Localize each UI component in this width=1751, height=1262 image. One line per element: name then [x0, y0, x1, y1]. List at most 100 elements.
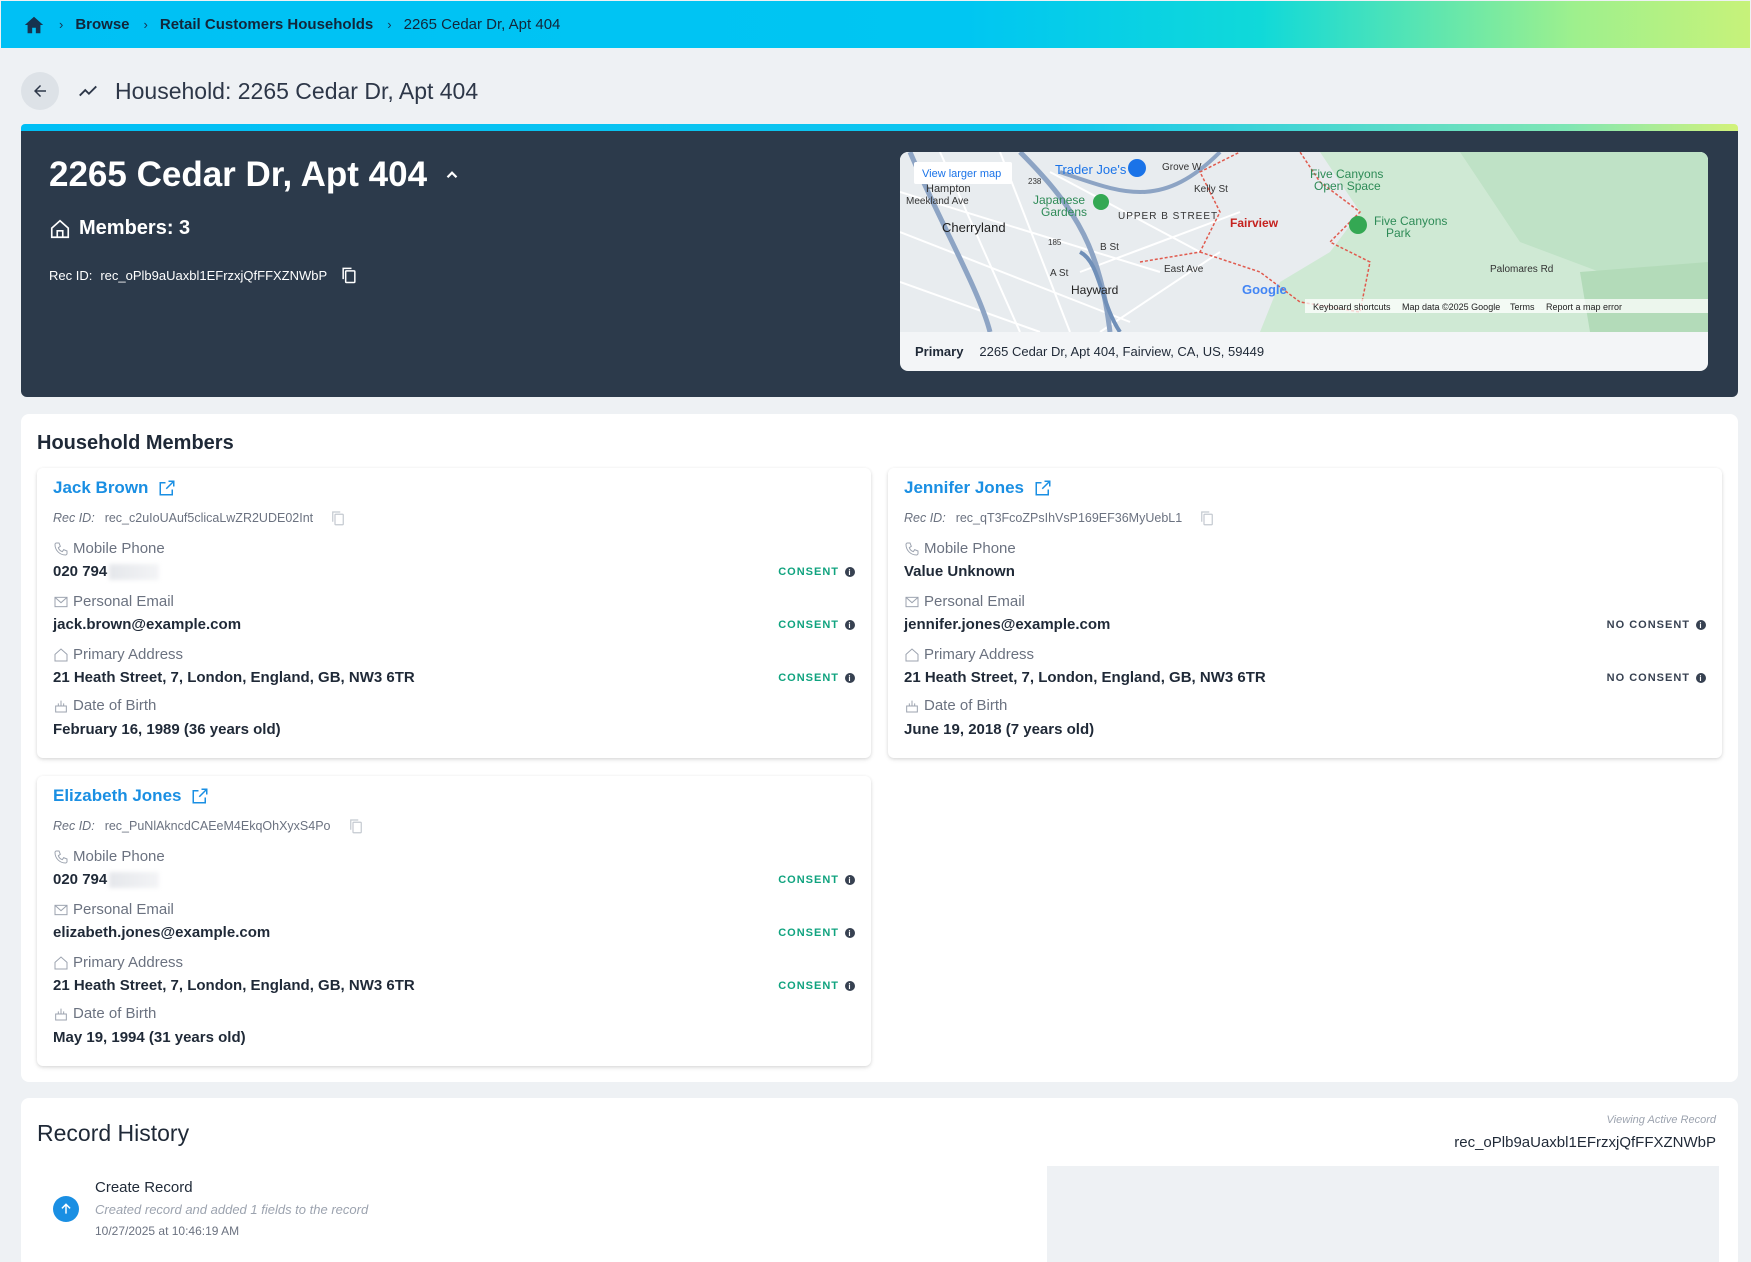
hero-rec-id: Rec ID: rec_oPlb9aUaxbl1EFrzxjQfFFXZNWbP	[49, 265, 359, 285]
view-larger-map-link[interactable]: View larger map	[922, 168, 1001, 180]
map-label: Trader Joe's	[1055, 162, 1127, 177]
house-icon	[904, 647, 920, 663]
consent-text: NO CONSENT	[1606, 619, 1690, 631]
rec-id-value: rec_PuNlAkncdCAEeM4EkqOhXyxS4Po	[104, 819, 331, 833]
members-count: Members: 3	[49, 217, 190, 240]
info-icon[interactable]: i	[845, 620, 855, 630]
consent-badge: CONSENT i	[778, 874, 855, 886]
field-label-text: Primary Address	[73, 954, 184, 971]
external-link-icon[interactable]	[158, 479, 176, 497]
phone-icon	[53, 849, 69, 865]
field-label-text: Date of Birth	[924, 697, 1008, 714]
consent-text: CONSENT	[778, 619, 839, 631]
rec-id-label: Rec ID:	[49, 267, 93, 283]
map-data-label: Map data ©2025 Google	[1402, 302, 1500, 312]
map-label: Hayward	[1071, 283, 1118, 297]
info-icon[interactable]: i	[845, 981, 855, 991]
location-map[interactable]: View larger map Trader Joe's Japanese Ga…	[900, 152, 1708, 332]
viewing-record-id: rec_oPlb9aUaxbl1EFrzxjQfFFXZNWbP	[1454, 1134, 1716, 1151]
top-bar: › Browse › Retail Customers Households ›…	[1, 1, 1750, 48]
consent-badge: CONSENT i	[778, 927, 855, 939]
member-name-link[interactable]: Jennifer Jones	[904, 478, 1052, 498]
phone-icon	[904, 541, 920, 557]
date-of-birth-label: Date of Birth	[53, 697, 156, 714]
field-label-text: Primary Address	[924, 646, 1035, 663]
map-label: Fairview	[1230, 216, 1279, 230]
map-label: Gardens	[1041, 205, 1087, 219]
map-label: Meekland Ave	[906, 196, 969, 207]
field-label-text: Personal Email	[73, 901, 174, 918]
map-label: UPPER B STREET	[1118, 211, 1218, 222]
consent-text: CONSENT	[778, 672, 839, 684]
mobile-phone-label: Mobile Phone	[53, 848, 165, 865]
external-link-icon[interactable]	[191, 787, 209, 805]
back-arrow-icon	[34, 85, 46, 97]
info-icon[interactable]: i	[1696, 620, 1706, 630]
field-label-text: Personal Email	[73, 593, 174, 610]
member-rec-id: Rec ID: rec_c2uIoUAuf5clicaLwZR2UDE02Int	[53, 509, 347, 527]
keyboard-shortcuts-link[interactable]: Keyboard shortcuts	[1313, 302, 1391, 312]
member-name[interactable]: Jack Brown	[53, 478, 148, 498]
primary-address-label: Primary Address	[53, 646, 183, 663]
breadcrumb-current: 2265 Cedar Dr, Apt 404	[403, 16, 561, 33]
field-label-text: Date of Birth	[73, 1005, 157, 1022]
external-link-icon[interactable]	[1034, 479, 1052, 497]
breadcrumb-separator: ›	[59, 17, 64, 32]
info-icon[interactable]: i	[845, 928, 855, 938]
map-label: Cherryland	[942, 220, 1006, 235]
trend-icon	[77, 80, 99, 102]
breadcrumb-households[interactable]: Retail Customers Households	[160, 16, 373, 33]
field-label-text: Personal Email	[924, 593, 1025, 610]
info-icon[interactable]: i	[845, 875, 855, 885]
home-icon[interactable]	[23, 14, 45, 36]
cake-icon	[53, 1006, 69, 1022]
mobile-phone-value: 020 794	[53, 871, 160, 888]
copy-icon[interactable]	[339, 265, 359, 285]
chevron-up-icon[interactable]	[443, 166, 461, 184]
info-icon[interactable]: i	[845, 673, 855, 683]
field-label-text: Mobile Phone	[73, 540, 165, 557]
breadcrumb-browse[interactable]: Browse	[75, 16, 129, 33]
primary-address-value: 21 Heath Street, 7, London, England, GB,…	[904, 669, 1266, 686]
redacted-digits	[109, 871, 160, 888]
rec-id-value: rec_c2uIoUAuf5clicaLwZR2UDE02Int	[104, 511, 314, 525]
info-icon[interactable]: i	[1696, 673, 1706, 683]
breadcrumb-separator: ›	[143, 17, 148, 32]
viewing-active-record-label: Viewing Active Record	[1606, 1114, 1716, 1126]
map-label: Grove W	[1162, 162, 1202, 173]
history-entry-description: Created record and added 1 fields to the…	[95, 1202, 369, 1217]
history-entry-timestamp: 10/27/2025 at 10:46:19 AM	[95, 1224, 240, 1238]
consent-badge: NO CONSENT i	[1607, 619, 1706, 631]
member-name-link[interactable]: Jack Brown	[53, 478, 176, 498]
mail-icon	[53, 902, 69, 918]
history-detail-pane	[1047, 1166, 1719, 1262]
breadcrumb-separator: ›	[387, 17, 392, 32]
map-label: 238	[1028, 177, 1042, 186]
map-label: Kelly St	[1194, 184, 1228, 195]
consent-badge: CONSENT i	[778, 980, 855, 992]
back-button[interactable]	[21, 72, 59, 110]
house-icon	[49, 218, 71, 240]
field-label-text: Mobile Phone	[73, 848, 165, 865]
info-icon[interactable]: i	[845, 567, 855, 577]
consent-text: CONSENT	[778, 980, 839, 992]
member-name-link[interactable]: Elizabeth Jones	[53, 786, 209, 806]
member-name[interactable]: Elizabeth Jones	[53, 786, 181, 806]
member-card: Elizabeth Jones Rec ID: rec_PuNlAkncdCAE…	[37, 776, 871, 1066]
primary-address-label: Primary Address	[904, 646, 1034, 663]
terms-link[interactable]: Terms	[1510, 302, 1535, 312]
report-map-error-link[interactable]: Report a map error	[1546, 302, 1622, 312]
copy-icon[interactable]	[329, 509, 347, 527]
rec-id-label: Rec ID:	[904, 511, 946, 525]
map-label: A St	[1050, 268, 1069, 279]
primary-address-value: 21 Heath Street, 7, London, England, GB,…	[53, 977, 415, 994]
copy-icon[interactable]	[347, 817, 365, 835]
history-entry-action[interactable]: Create Record	[95, 1179, 193, 1196]
household-hero: 2265 Cedar Dr, Apt 404 Members: 3 Rec ID…	[21, 131, 1738, 397]
phone-icon	[53, 541, 69, 557]
member-name[interactable]: Jennifer Jones	[904, 478, 1024, 498]
field-label-text: Mobile Phone	[924, 540, 1016, 557]
personal-email-label: Personal Email	[904, 593, 1025, 610]
record-history-title: Record History	[37, 1120, 190, 1146]
copy-icon[interactable]	[1198, 509, 1216, 527]
